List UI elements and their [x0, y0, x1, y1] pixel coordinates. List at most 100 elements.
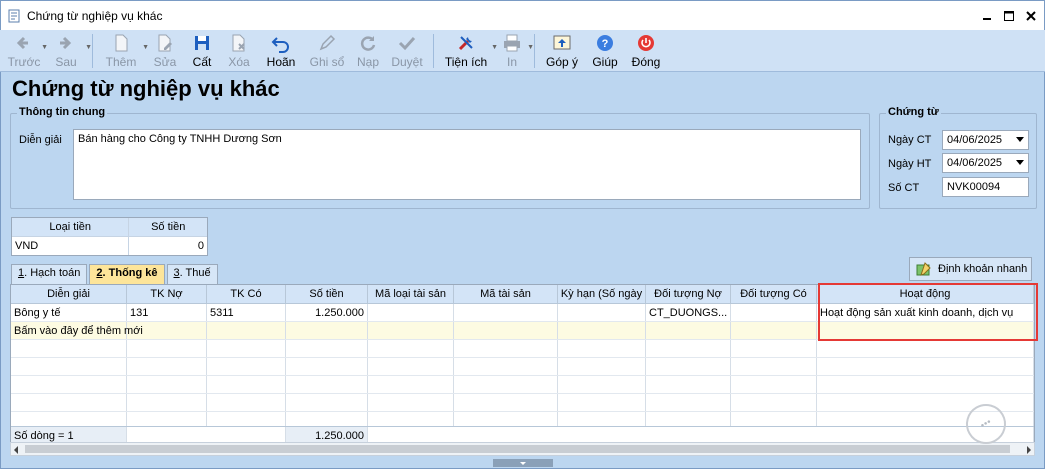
table-cell[interactable] — [558, 304, 646, 321]
posting-date-combo[interactable]: 04/06/2025 — [942, 153, 1029, 173]
table-cell — [11, 358, 127, 375]
table-cell[interactable] — [454, 304, 558, 321]
table-cell[interactable]: 1.250.000 — [286, 304, 368, 321]
table-cell[interactable] — [646, 322, 731, 339]
toolbar-button-power[interactable]: Đóng — [625, 30, 667, 72]
toolbar-button-help[interactable]: ? Giúp — [585, 30, 625, 72]
column-header[interactable]: Mã tài sản — [454, 285, 558, 303]
tab-thong-ke[interactable]: 2. Thống kê — [89, 264, 165, 285]
table-cell[interactable]: CT_DUONGS... — [646, 304, 731, 321]
toolbar-label: Ghi sổ — [309, 55, 345, 69]
table-cell — [454, 394, 558, 411]
description-textarea[interactable]: Bán hàng cho Công ty TNHH Dương Sơn — [73, 129, 861, 200]
table-cell[interactable] — [817, 322, 1034, 339]
voucher-date-combo[interactable]: 04/06/2025 — [942, 130, 1029, 150]
scroll-thumb[interactable] — [25, 445, 1010, 453]
currency-header: Loại tiền Số tiền — [12, 218, 207, 237]
column-header[interactable]: Đối tượng Có — [731, 285, 817, 303]
table-cell — [368, 358, 454, 375]
arrow-left-icon — [14, 33, 34, 53]
table-cell[interactable]: 5311 — [207, 304, 286, 321]
table-cell[interactable]: 131 — [127, 304, 207, 321]
column-header[interactable]: Mã loại tài sản — [368, 285, 454, 303]
toolbar-button-undo[interactable]: Hoãn — [259, 30, 303, 72]
delete-document-icon — [229, 33, 249, 53]
chevron-down-icon[interactable]: ▼ — [527, 44, 534, 51]
toolbar-button-delete-document[interactable]: Xóa — [219, 30, 259, 72]
table-cell[interactable] — [286, 322, 368, 339]
table-cell[interactable] — [454, 322, 558, 339]
table-cell — [646, 394, 731, 411]
minimize-button[interactable] — [978, 7, 996, 25]
voucher-legend: Chứng từ — [886, 106, 941, 118]
chevron-down-icon[interactable]: ▼ — [85, 44, 92, 51]
amount-cell[interactable]: 0 — [129, 237, 207, 255]
toolbar-separator — [433, 34, 434, 68]
toolbar-button-save[interactable]: Cất — [185, 30, 219, 72]
column-header[interactable]: Số tiền — [286, 285, 368, 303]
table-cell[interactable]: Hoạt động sản xuất kinh doanh, dịch vụ — [817, 304, 1034, 321]
scroll-right-icon[interactable] — [1027, 446, 1031, 454]
table-cell — [817, 394, 1034, 411]
toolbar-button-new-document[interactable]: Thêm ▼ — [97, 30, 149, 72]
pencil-icon — [317, 33, 337, 53]
close-button[interactable] — [1022, 7, 1040, 25]
column-header[interactable]: Diễn giải — [11, 285, 127, 303]
table-cell — [127, 358, 207, 375]
column-header[interactable]: Kỳ hạn (Số ngày — [558, 285, 646, 303]
quick-entry-button[interactable]: Định khoản nhanh — [909, 257, 1032, 281]
toolbar-button-arrow-left[interactable]: Trước ▼ — [4, 30, 48, 72]
tab-thue[interactable]: 3. Thuế — [166, 264, 218, 284]
empty-row — [11, 376, 1034, 394]
toolbar-button-pencil[interactable]: Ghi sổ — [303, 30, 351, 72]
toolbar-button-printer[interactable]: In ▼ — [494, 30, 534, 72]
toolbar-button-arrow-right[interactable]: Sau ▼ — [44, 30, 92, 72]
toolbar: Trước ▼ Sau ▼ Thêm ▼ Sửa Cất Xóa Hoãn Ghi sổ Nạp Duy… — [0, 30, 1045, 72]
column-header[interactable]: Hoạt động — [817, 285, 1034, 303]
maximize-icon — [1004, 11, 1014, 21]
toolbar-label: In — [506, 55, 517, 69]
column-header[interactable]: TK Nợ — [127, 285, 207, 303]
splitter-handle[interactable] — [493, 459, 553, 467]
toolbar-button-tools[interactable]: Tiện ích ▼ — [438, 30, 498, 72]
voucher-number-field[interactable]: NVK00094 — [942, 177, 1029, 197]
toolbar-button-edit-document[interactable]: Sửa — [145, 30, 185, 72]
table-cell — [454, 358, 558, 375]
table-cell[interactable] — [558, 322, 646, 339]
toolbar-button-refresh[interactable]: Nạp — [351, 30, 385, 72]
column-header[interactable]: TK Có — [207, 285, 286, 303]
table-cell — [286, 394, 368, 411]
table-cell — [207, 394, 286, 411]
printer-icon — [502, 33, 522, 53]
table-cell[interactable] — [368, 304, 454, 321]
app-icon — [8, 9, 20, 22]
currency-type-cell[interactable]: VND — [12, 237, 130, 255]
voucher-date-value: 04/06/2025 — [947, 134, 1003, 146]
tab-hach-toan[interactable]: 1. Hạch toán — [11, 264, 88, 284]
quick-entry-icon — [916, 262, 931, 276]
table-cell[interactable] — [368, 322, 454, 339]
scroll-left-icon[interactable] — [14, 446, 18, 454]
toolbar-button-check[interactable]: Duyệt — [385, 30, 429, 72]
table-cell — [11, 376, 127, 393]
currency-row[interactable]: VND 0 — [12, 237, 207, 255]
table-row[interactable]: Bông y tế 131 5311 1.250.000 CT_DUONGS... Hoạ… — [11, 304, 1034, 322]
close-icon — [1026, 11, 1036, 21]
table-cell — [368, 376, 454, 393]
svg-text:?: ? — [602, 38, 609, 50]
table-cell[interactable] — [731, 322, 817, 339]
add-new-row[interactable]: Bấm vào đây để thêm mới — [11, 322, 1034, 340]
toolbar-label: Sau — [55, 55, 77, 69]
table-cell — [368, 340, 454, 357]
maximize-button[interactable] — [1000, 7, 1018, 25]
table-cell[interactable] — [731, 304, 817, 321]
add-new-row-text[interactable]: Bấm vào đây để thêm mới — [11, 322, 143, 339]
toolbar-label: Xóa — [228, 55, 250, 69]
table-cell[interactable]: Bông y tế — [11, 304, 127, 321]
table-cell[interactable] — [127, 322, 207, 339]
table-cell — [817, 340, 1034, 357]
column-header[interactable]: Đối tượng Nợ — [646, 285, 731, 303]
horizontal-scrollbar[interactable] — [10, 442, 1035, 456]
toolbar-button-feedback[interactable]: Góp ý — [539, 30, 585, 72]
table-cell[interactable] — [207, 322, 286, 339]
